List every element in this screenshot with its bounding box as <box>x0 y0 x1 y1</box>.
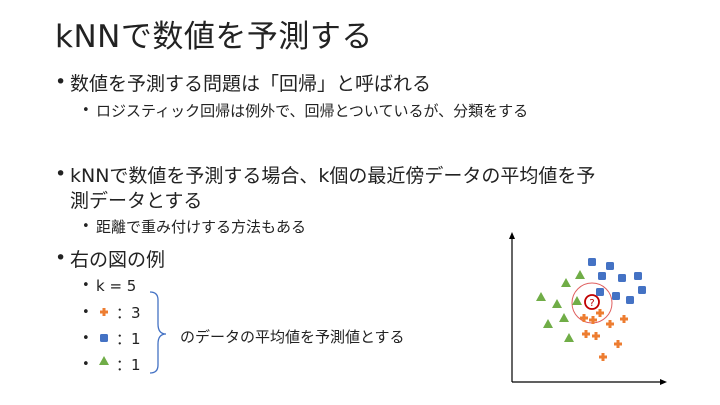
plus-point <box>599 353 607 361</box>
triangle-point <box>561 278 571 287</box>
square-point <box>634 272 642 280</box>
square-point <box>606 262 614 270</box>
class-plus-points <box>580 309 628 361</box>
plus-point <box>596 309 604 317</box>
triangle-point <box>543 319 553 328</box>
class-triangle-points <box>536 270 585 342</box>
triangle-point <box>564 333 574 342</box>
plus-point <box>592 332 600 340</box>
triangle-point <box>572 296 582 305</box>
triangle-point <box>536 292 546 301</box>
square-point <box>618 274 626 282</box>
plus-point <box>582 330 590 338</box>
query-label: ? <box>589 298 594 309</box>
square-point <box>588 258 596 266</box>
square-point <box>638 286 646 294</box>
plus-point <box>606 320 614 328</box>
square-point <box>598 272 606 280</box>
x-axis-arrow <box>660 379 667 385</box>
triangle-point <box>559 313 569 322</box>
plus-point <box>620 315 628 323</box>
plus-point <box>580 314 588 322</box>
triangle-point <box>552 299 562 308</box>
triangle-icon <box>99 356 109 365</box>
square-point <box>612 292 620 300</box>
plus-icon <box>100 308 108 316</box>
right-brace <box>149 291 167 374</box>
slide-graphics: ? <box>99 232 667 385</box>
triangle-point <box>575 270 585 279</box>
square-point <box>626 296 634 304</box>
slide: kNNで数値を予測する • 数値を予測する問題は「回帰」と呼ばれる • ロジステ… <box>0 0 720 405</box>
plus-point <box>614 340 622 348</box>
square-point <box>596 288 604 296</box>
y-axis-arrow <box>509 232 515 239</box>
square-icon <box>100 334 108 342</box>
